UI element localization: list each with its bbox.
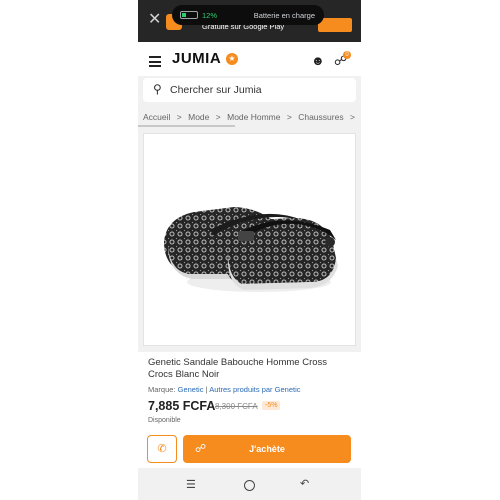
back-icon[interactable]: ↶ (300, 477, 309, 490)
breadcrumb-scroll-indicator (138, 125, 235, 127)
home-icon[interactable] (244, 480, 255, 491)
breadcrumb-separator: > (215, 112, 221, 122)
breadcrumb-separator: > (286, 112, 292, 122)
breadcrumb-chaussures[interactable]: Chaussures (298, 112, 343, 122)
battery-icon (180, 11, 198, 19)
buy-button[interactable]: ☍ J'achète (183, 435, 351, 463)
breadcrumb-separator: > (349, 112, 355, 122)
breadcrumb-separator: > (176, 112, 182, 122)
system-nav-bar: ☰ ↶ (138, 470, 361, 500)
buy-button-label: J'achète (249, 444, 285, 454)
recent-apps-icon[interactable]: ☰ (186, 478, 196, 491)
banner-install-button[interactable] (318, 18, 352, 32)
battery-notification: 12% Batterie en charge (172, 5, 324, 25)
discount-badge: -5% (262, 401, 281, 410)
search-icon: ⚲ (153, 82, 162, 96)
phone-icon: ✆ (157, 443, 167, 455)
logo-star-icon: ★ (226, 53, 238, 65)
search-input[interactable]: Chercher sur Jumia (170, 84, 262, 96)
breadcrumb-mode[interactable]: Mode (188, 112, 209, 122)
top-header: JUMIA ★ ☻ ☍ 0 (138, 42, 361, 76)
account-icon[interactable]: ☻ (311, 53, 325, 68)
jumia-logo[interactable]: JUMIA (172, 50, 221, 67)
purchase-bar: ✆ ☍ J'achète (138, 430, 361, 468)
menu-icon[interactable] (149, 56, 161, 70)
product-image[interactable] (143, 133, 356, 346)
brand-separator: | (205, 385, 208, 394)
brand-label: Marque: (148, 385, 176, 394)
call-button[interactable]: ✆ (147, 435, 177, 463)
search-bar[interactable]: ⚲ Chercher sur Jumia (143, 78, 356, 102)
breadcrumb-home[interactable]: Accueil (143, 112, 170, 122)
old-price: 8,300 FCFA (215, 402, 258, 411)
brand-more-link[interactable]: Autres produits par Genetic (209, 385, 300, 394)
close-icon[interactable]: ✕ (148, 12, 161, 28)
breadcrumb-mode-homme[interactable]: Mode Homme (227, 112, 280, 122)
product-title: Genetic Sandale Babouche Homme Cross Cro… (148, 357, 328, 380)
product-info: Genetic Sandale Babouche Homme Cross Cro… (138, 352, 361, 430)
product-brand: Marque: Genetic | Autres produits par Ge… (148, 385, 300, 394)
availability-status: Disponible (148, 417, 181, 424)
clog-image (164, 207, 338, 292)
cart-count-badge: 0 (343, 51, 351, 59)
phone-screen: ✕ Gratuite sur Google Play 12% Batterie … (138, 0, 361, 500)
charging-status: Batterie en charge (253, 11, 315, 20)
breadcrumb: Accueil > Mode > Mode Homme > Chaussures… (143, 112, 361, 122)
product-price: 7,885 FCFA (148, 399, 216, 413)
brand-link[interactable]: Genetic (178, 385, 204, 394)
battery-percentage: 12% (202, 11, 218, 20)
